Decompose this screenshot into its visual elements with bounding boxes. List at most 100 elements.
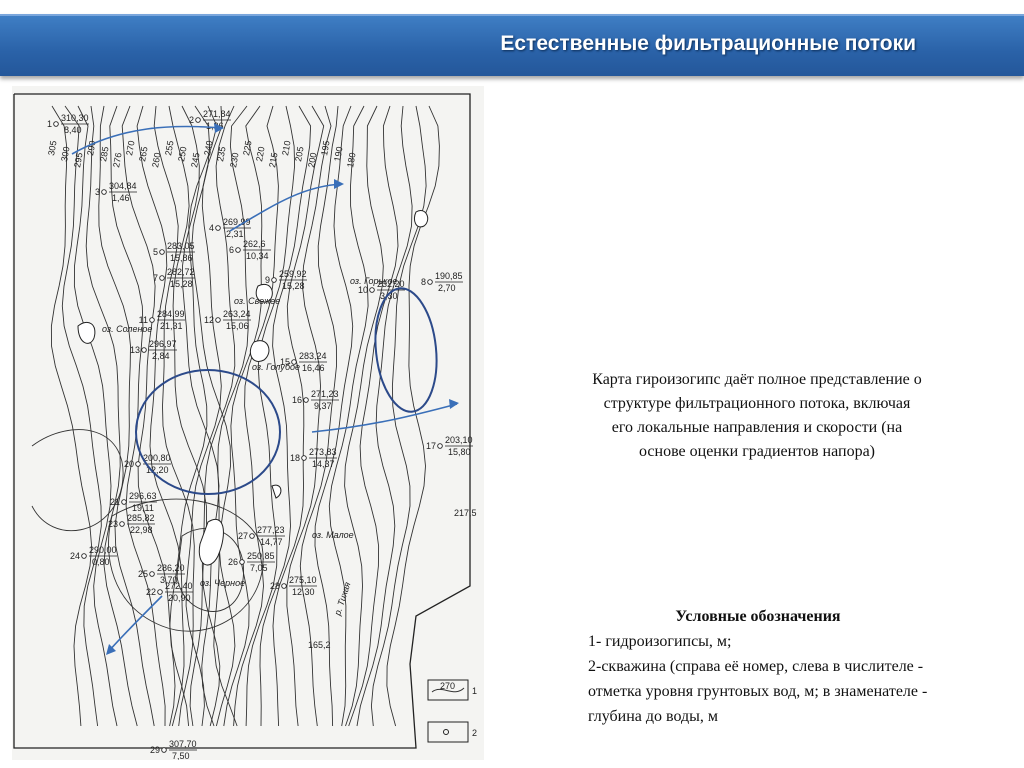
well-number: 24	[70, 551, 80, 561]
isoline-label: 205	[293, 146, 305, 163]
isoline-label: 295	[72, 152, 84, 169]
well-level: 307,70	[169, 739, 197, 749]
well: 7 282,72 15,28	[153, 267, 195, 289]
well-marker	[135, 461, 141, 467]
well-number: 3	[95, 187, 100, 197]
well-marker	[437, 443, 443, 449]
well-marker	[157, 589, 163, 595]
well: 20 200,80 12,20	[124, 453, 171, 475]
well-marker	[121, 499, 127, 505]
well-level: 296,97	[149, 339, 177, 349]
well-level: 277,23	[257, 525, 285, 535]
well-depth: 21,31	[160, 321, 183, 331]
isoline-label: 260	[150, 152, 162, 169]
isoline-label: 300	[59, 146, 71, 163]
well-level: 296,63	[129, 491, 157, 501]
well-marker	[195, 117, 201, 123]
lake-shape	[413, 210, 429, 228]
legend: Условные обозначения 1- гидроизогипсы, м…	[588, 604, 928, 729]
well-marker	[159, 275, 165, 281]
well-number: 9	[265, 275, 270, 285]
well-depth: 3,70	[160, 575, 178, 585]
well-depth: 7,05	[250, 563, 268, 573]
well-marker	[101, 189, 107, 195]
well-level: 283,05	[167, 241, 195, 251]
well-depth: 12,30	[292, 587, 315, 597]
well-marker	[427, 279, 433, 285]
title-bar: Естественные фильтрационные потоки	[0, 14, 1024, 76]
isoline	[185, 105, 223, 727]
well-level: 271,84	[203, 109, 231, 119]
lake-shape	[249, 340, 270, 362]
well-marker	[81, 553, 87, 559]
highlight-ellipse-right	[374, 287, 438, 413]
well-depth: 14,37	[312, 459, 335, 469]
well: 13 296,97 2,84	[130, 339, 177, 361]
well-depth: 14,77	[260, 537, 283, 547]
well-marker	[149, 571, 155, 577]
isoline	[348, 105, 399, 727]
isoline	[356, 105, 413, 727]
isoline-label: 285	[98, 146, 110, 163]
well-number: 15	[280, 357, 290, 367]
well-number: 23	[108, 519, 118, 529]
well-number: 1	[47, 119, 52, 129]
well-number: 12	[204, 315, 214, 325]
isoline-label: 250	[176, 146, 188, 163]
well-marker	[291, 359, 297, 365]
well: 5 283,05 15,86	[153, 241, 195, 263]
well: 1 310,30 8,40	[47, 113, 89, 135]
well-level: 282,72	[167, 267, 195, 277]
well-level: 285,82	[127, 513, 155, 523]
well-depth: 1,46	[112, 193, 130, 203]
well-level: 304,84	[109, 181, 137, 191]
well-marker	[303, 397, 309, 403]
well: 6 262,6 10,34	[229, 239, 271, 261]
well-number: 26	[228, 557, 238, 567]
well-level: 190,85	[435, 271, 463, 281]
well: 18 273,83 14,37	[290, 447, 337, 469]
isoline	[223, 105, 263, 727]
well: 12 263,24 15,06	[204, 309, 251, 331]
well-depth: 2,31	[226, 229, 244, 239]
well-number: 17	[426, 441, 436, 451]
isoline	[191, 105, 238, 727]
isoline-label: 276	[111, 152, 123, 169]
lake-shape	[271, 484, 282, 499]
well-marker	[215, 317, 221, 323]
well: 29 307,70 7,50	[150, 739, 197, 760]
well-number: 6	[229, 245, 234, 255]
well-depth: 7,50	[172, 751, 190, 760]
well-level: 310,30	[61, 113, 89, 123]
legend-key-1: 1	[472, 686, 477, 696]
isoline-label: 305	[46, 140, 58, 157]
well-number: 28	[270, 581, 280, 591]
well: 27 277,23 14,77	[238, 525, 285, 547]
well-number: 25	[138, 569, 148, 579]
well-depth: 15,28	[282, 281, 305, 291]
well-number: 4	[209, 223, 214, 233]
lake-label: оз. Соленое	[102, 324, 152, 334]
lake-shape	[77, 322, 96, 344]
isoline	[386, 105, 440, 727]
well-number: 18	[290, 453, 300, 463]
well-number: 8	[421, 277, 426, 287]
well-level: 290,00	[89, 545, 117, 555]
well-level: 271,23	[311, 389, 339, 399]
isoline	[50, 105, 93, 727]
well-depth: 15,06	[226, 321, 249, 331]
isoline-label: 210	[280, 140, 292, 157]
map-svg: 305 300 295290 285 276270 265 260255 250 245240 2…	[13, 93, 477, 760]
well-level: 283,24	[299, 351, 327, 361]
isoline-label: 255	[163, 140, 175, 157]
well-marker	[369, 287, 375, 293]
well-depth: 20,90	[168, 593, 191, 603]
isoline-label: 220	[254, 146, 266, 163]
well-number: 16	[292, 395, 302, 405]
well-level: 286,20	[157, 563, 185, 573]
well-depth: 19,11	[132, 503, 154, 513]
isoline-label: 240	[202, 140, 214, 157]
well-marker	[161, 747, 167, 753]
isoline-label: 230	[228, 152, 240, 169]
well-marker	[215, 225, 221, 231]
